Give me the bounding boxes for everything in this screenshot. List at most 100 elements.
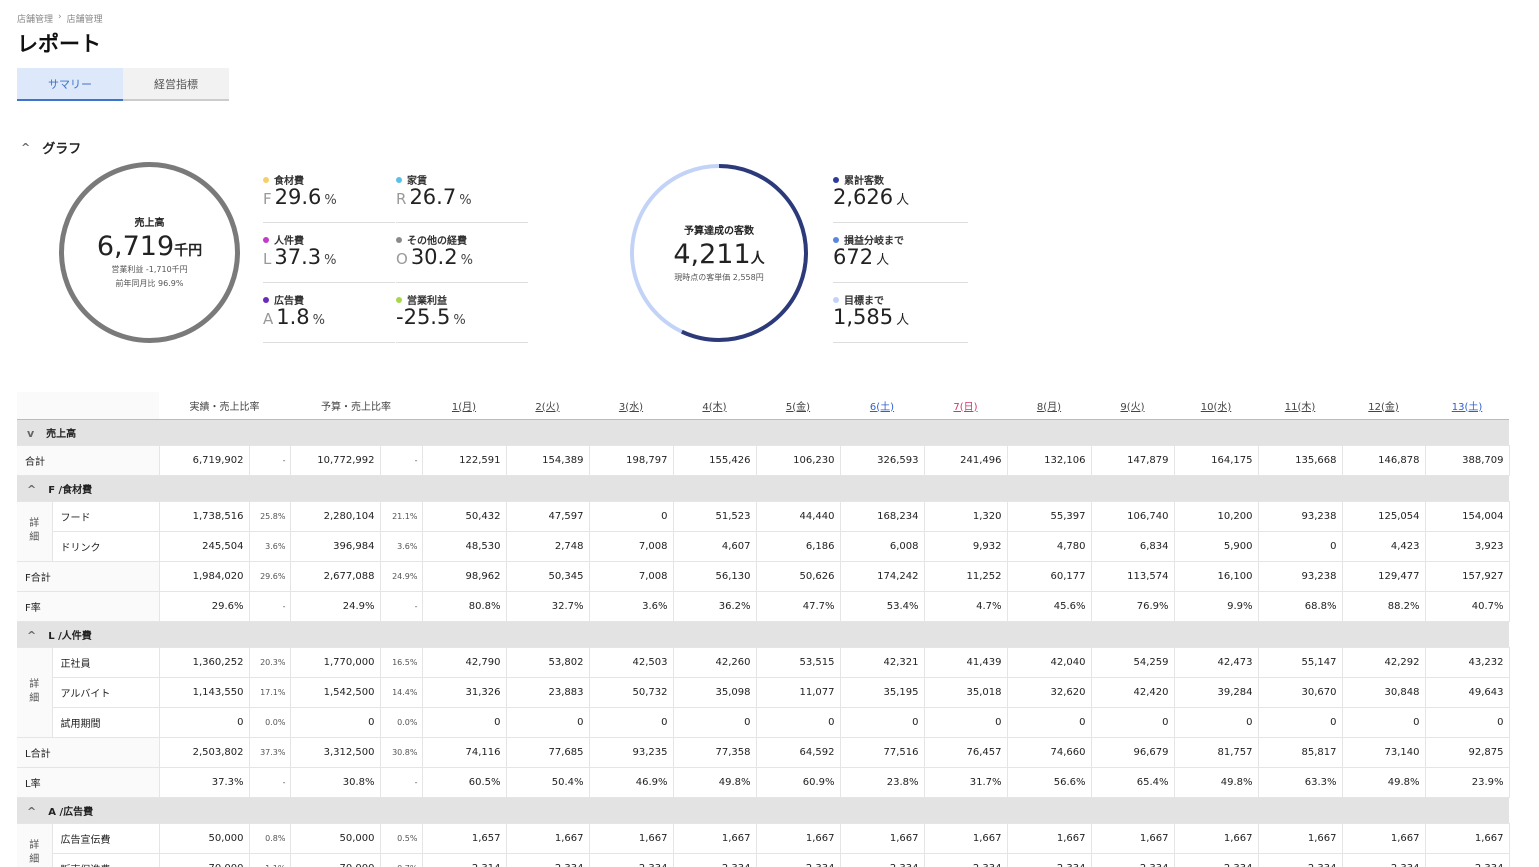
actual-ratio: 0.0% <box>249 707 291 738</box>
actual-value: 245,504 <box>159 531 250 562</box>
day-header-3[interactable]: 3(水) <box>589 392 673 420</box>
day-value: 125,054 <box>1342 501 1426 532</box>
legend-dot-icon <box>396 296 402 303</box>
day-header-5[interactable]: 5(金) <box>756 392 840 420</box>
day-value: 146,878 <box>1342 445 1426 476</box>
day-value: 49,643 <box>1425 677 1510 708</box>
chevron-down-icon[interactable]: v <box>27 427 34 440</box>
section-header: v 売上高 <box>17 419 1509 446</box>
day-value: 32.7% <box>506 591 590 622</box>
row-label: フード <box>52 501 160 532</box>
day-value: 2,334 <box>1174 853 1259 867</box>
cost-metric-value-group: L 37.3% <box>263 245 336 269</box>
day-value: 1,667 <box>506 823 590 854</box>
tab-bar: サマリー 経営指標 <box>17 68 229 101</box>
day-value: 63.3% <box>1258 767 1343 798</box>
customer-metric-value-group: 2,626 人 <box>833 185 909 209</box>
day-header-7[interactable]: 7(日) <box>924 392 1007 420</box>
budget-ratio: 0.0% <box>380 707 423 738</box>
day-value: 39,284 <box>1174 677 1259 708</box>
chevron-up-icon[interactable]: ^ <box>27 629 36 642</box>
budget-value: 10,772,992 <box>290 445 381 476</box>
row-label: 正社員 <box>52 647 160 678</box>
day-header-8[interactable]: 8(月) <box>1007 392 1091 420</box>
actual-ratio: 17.1% <box>249 677 291 708</box>
cost-metric: 広告費 A 1.8% <box>263 283 395 343</box>
day-value: 113,574 <box>1091 561 1175 592</box>
section-row[interactable]: ^ L /人件費 <box>17 621 1509 648</box>
day-header-4[interactable]: 4(木) <box>673 392 756 420</box>
table-row: 試用期間 0 0.0% 0 0.0% 0 0 0 0 0 0 0 0 0 0 0 0 0 <box>17 707 1510 738</box>
actual-value: 1,143,550 <box>159 677 250 708</box>
budget-ratio: 21.1% <box>380 501 423 532</box>
day-value: 0 <box>1342 707 1426 738</box>
day-value: 60,177 <box>1007 561 1092 592</box>
day-value: 0 <box>1174 707 1259 738</box>
customer-metric-unit: 人 <box>896 193 910 208</box>
chevron-up-icon[interactable]: ^ <box>27 483 36 496</box>
row-label: ドリンク <box>52 531 160 562</box>
table-row: 詳細 フード 1,738,516 25.8% 2,280,104 21.1% 50,432 4… <box>17 501 1510 562</box>
day-value: 1,667 <box>1091 823 1175 854</box>
day-header-11[interactable]: 11(木) <box>1258 392 1342 420</box>
cost-metric-value-group: A 1.8% <box>263 305 325 329</box>
day-value: 2,334 <box>840 853 925 867</box>
day-value: 106,230 <box>756 445 841 476</box>
day-value: 326,593 <box>840 445 925 476</box>
section-row[interactable]: ^ A /広告費 <box>17 797 1509 824</box>
tab-summary[interactable]: サマリー <box>17 68 123 101</box>
day-value: 1,667 <box>673 823 757 854</box>
day-value: 6,008 <box>840 531 925 562</box>
detail-label: 詳細 <box>17 501 53 562</box>
customers-ring: 予算達成の客数 4,211人 現時点の客単価 2,558円 <box>628 162 810 344</box>
breadcrumb-item[interactable]: 店舗管理 <box>67 12 103 25</box>
actual-value: 0 <box>159 707 250 738</box>
day-header-6[interactable]: 6(土) <box>840 392 924 420</box>
day-value: 50.4% <box>506 767 590 798</box>
day-value: 88.2% <box>1342 591 1426 622</box>
section-row[interactable]: v 売上高 <box>17 419 1509 446</box>
day-value: 42,420 <box>1091 677 1175 708</box>
actual-ratio: 25.8% <box>249 501 291 532</box>
day-value: 55,147 <box>1258 647 1343 678</box>
breadcrumb-item[interactable]: 店舗管理 <box>17 12 53 25</box>
day-value: 16,100 <box>1174 561 1259 592</box>
day-header-13[interactable]: 13(土) <box>1425 392 1509 420</box>
day-value: 42,790 <box>422 647 507 678</box>
day-value: 55,397 <box>1007 501 1092 532</box>
day-header-10[interactable]: 10(水) <box>1174 392 1258 420</box>
tab-management-indicators[interactable]: 経営指標 <box>123 68 229 101</box>
day-value: 53,515 <box>756 647 841 678</box>
day-header-2[interactable]: 2(火) <box>506 392 589 420</box>
day-header-1[interactable]: 1(月) <box>422 392 506 420</box>
cost-metric-value: 37.3 <box>274 245 322 269</box>
graph-section-header[interactable]: ^ グラフ <box>21 138 81 157</box>
legend-dot-icon <box>396 236 402 243</box>
customers-label: 予算達成の客数 <box>684 225 754 237</box>
day-value: 74,660 <box>1007 737 1092 768</box>
actual-value: 2,503,802 <box>159 737 250 768</box>
legend-dot-icon <box>396 176 402 183</box>
day-value: 35,098 <box>673 677 757 708</box>
table-row: F合計 1,984,020 29.6% 2,677,088 24.9% 98,962 50,… <box>17 561 1510 592</box>
day-value: 2,334 <box>506 853 590 867</box>
day-value: 4,780 <box>1007 531 1092 562</box>
section-header: ^ A /広告費 <box>17 797 1509 824</box>
day-value: 50,732 <box>589 677 674 708</box>
day-header-9[interactable]: 9(火) <box>1091 392 1174 420</box>
actual-ratio: 37.3% <box>249 737 291 768</box>
cost-metric-unit: % <box>312 313 326 328</box>
day-value: 60.5% <box>422 767 507 798</box>
actual-value: 29.6% <box>159 591 250 622</box>
day-value: 47.7% <box>756 591 841 622</box>
chevron-up-icon[interactable]: ^ <box>27 805 36 818</box>
operating-profit-text: 営業利益 -1,710千円 <box>111 265 188 274</box>
legend-dot-icon <box>833 236 839 243</box>
day-value: 1,667 <box>1342 823 1426 854</box>
day-value: 10,200 <box>1174 501 1259 532</box>
day-header-12[interactable]: 12(金) <box>1342 392 1425 420</box>
section-title: L /人件費 <box>48 630 92 642</box>
table-row: L率 37.3% -30.8% -60.5% 50.4% 46.9% 49.8% 60.9% 2… <box>17 767 1510 798</box>
section-row[interactable]: ^ F /食材費 <box>17 475 1509 502</box>
day-value: 198,797 <box>589 445 674 476</box>
